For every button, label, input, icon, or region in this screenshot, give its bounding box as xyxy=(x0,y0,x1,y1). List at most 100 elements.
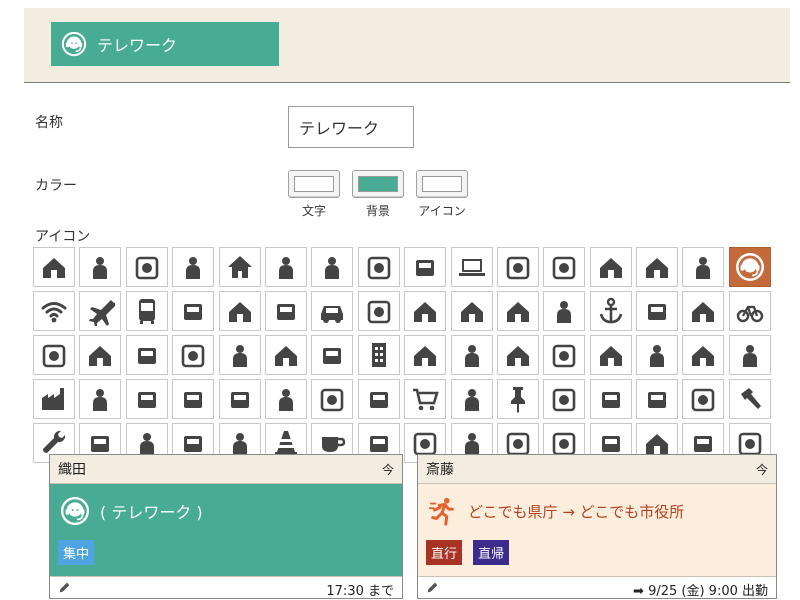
robot-arm-icon xyxy=(552,388,576,412)
text-color-caption: 文字 xyxy=(301,204,326,218)
icon-option[interactable] xyxy=(589,335,632,375)
icon-option[interactable] xyxy=(636,291,679,331)
icon-option[interactable] xyxy=(589,247,632,287)
icon-option[interactable] xyxy=(636,247,679,287)
icon-option[interactable] xyxy=(357,335,400,375)
icon-option[interactable] xyxy=(543,335,586,375)
dome-icon xyxy=(650,345,665,367)
tag-direct-go: 直行 xyxy=(426,540,463,565)
icon-option[interactable] xyxy=(311,247,354,287)
icon-option[interactable] xyxy=(79,379,122,419)
background-color-picker[interactable]: 背景 xyxy=(352,170,404,219)
icon-option[interactable] xyxy=(728,247,771,287)
icon-option[interactable] xyxy=(682,335,725,375)
icon-option[interactable] xyxy=(311,291,354,331)
icon-option[interactable] xyxy=(496,247,539,287)
icon-option[interactable] xyxy=(636,379,679,419)
icon-option[interactable] xyxy=(33,335,75,375)
icon-option[interactable] xyxy=(496,335,539,375)
icon-option[interactable] xyxy=(264,379,307,419)
icon-option[interactable] xyxy=(728,379,771,419)
building-icon xyxy=(371,343,386,367)
edit-icon[interactable] xyxy=(58,581,71,598)
shopping-cart-icon xyxy=(413,388,439,411)
icon-option[interactable] xyxy=(172,247,215,287)
icon-option[interactable] xyxy=(33,247,75,287)
icon-option[interactable] xyxy=(543,247,586,287)
icon-option[interactable] xyxy=(357,379,400,419)
name-input[interactable] xyxy=(288,106,414,148)
icon-option[interactable] xyxy=(450,247,493,287)
icon-option[interactable] xyxy=(682,291,725,331)
beach-umbrella-icon xyxy=(278,257,293,279)
icon-option[interactable] xyxy=(404,247,447,287)
icon-option[interactable] xyxy=(450,335,493,375)
icon-option[interactable] xyxy=(311,379,354,419)
park-tree-icon xyxy=(321,388,344,412)
icon-option[interactable] xyxy=(172,335,215,375)
telework-headset-icon xyxy=(735,253,764,281)
icon-option[interactable] xyxy=(589,379,632,419)
icon-color-picker[interactable]: アイコン xyxy=(416,170,468,219)
icon-option[interactable] xyxy=(450,291,493,331)
tag-list: 直行 直帰 xyxy=(426,540,515,565)
icon-option[interactable] xyxy=(357,291,400,331)
icon-option[interactable] xyxy=(589,291,632,331)
icon-option[interactable] xyxy=(218,379,261,419)
status-text: ( テレワーク ) xyxy=(100,503,203,522)
storefront-icon xyxy=(464,345,479,367)
color-label: カラー xyxy=(35,178,77,194)
icon-option[interactable] xyxy=(264,335,307,375)
taxi-icon xyxy=(506,302,529,322)
icon-option[interactable] xyxy=(218,291,261,331)
icon-option[interactable] xyxy=(125,247,168,287)
background-color-button[interactable] xyxy=(352,170,404,198)
wifi-icon xyxy=(41,302,67,323)
train-icon xyxy=(367,300,391,324)
text-color-button[interactable] xyxy=(288,170,340,198)
text-color-picker[interactable]: 文字 xyxy=(288,170,340,219)
server-rack-icon xyxy=(137,392,156,408)
icon-option[interactable] xyxy=(79,335,122,375)
icon-option[interactable] xyxy=(543,379,586,419)
background-color-caption: 背景 xyxy=(365,204,390,218)
icon-option[interactable] xyxy=(264,291,307,331)
icon-option[interactable] xyxy=(636,335,679,375)
icon-option[interactable] xyxy=(450,379,493,419)
member-card-oda[interactable]: 織田 今 ( テレワーク ) 集中 17:30 まで xyxy=(49,454,403,599)
icon-option[interactable] xyxy=(682,379,725,419)
icon-option[interactable] xyxy=(172,379,215,419)
icon-option[interactable] xyxy=(172,291,215,331)
delivery-truck-icon xyxy=(276,304,295,320)
icon-option[interactable] xyxy=(496,379,539,419)
icon-option[interactable] xyxy=(79,291,122,331)
status-line: ( テレワーク ) xyxy=(60,496,203,526)
icon-option[interactable] xyxy=(311,335,354,375)
status-text: どこでも県庁 → どこでも市役所 xyxy=(468,502,685,521)
icon-option[interactable] xyxy=(728,335,771,375)
icon-option[interactable] xyxy=(264,247,307,287)
icon-option[interactable] xyxy=(125,291,168,331)
icon-option[interactable] xyxy=(728,291,771,331)
icon-option[interactable] xyxy=(496,291,539,331)
icon-option[interactable] xyxy=(682,247,725,287)
icon-color-button[interactable] xyxy=(416,170,468,198)
icon-option[interactable] xyxy=(357,247,400,287)
icon-option[interactable] xyxy=(218,335,261,375)
icon-option[interactable] xyxy=(33,379,75,419)
icon-option[interactable] xyxy=(218,247,261,287)
member-card-saito[interactable]: 斎藤 今 どこでも県庁 → どこでも市役所 直行 直帰 ➡ 9/25 (金) 9… xyxy=(417,454,777,599)
edit-icon[interactable] xyxy=(426,581,439,598)
laptop-icon xyxy=(458,259,485,276)
icon-option[interactable] xyxy=(79,247,122,287)
icon-option[interactable] xyxy=(543,291,586,331)
laptop-on-desk-icon xyxy=(93,257,108,279)
icon-option[interactable] xyxy=(33,291,75,331)
icon-option[interactable] xyxy=(404,379,447,419)
icon-option[interactable] xyxy=(125,335,168,375)
person-seated-icon xyxy=(416,260,435,276)
icon-option[interactable] xyxy=(125,379,168,419)
car-icon xyxy=(321,306,344,323)
icon-option[interactable] xyxy=(404,335,447,375)
icon-option[interactable] xyxy=(404,291,447,331)
